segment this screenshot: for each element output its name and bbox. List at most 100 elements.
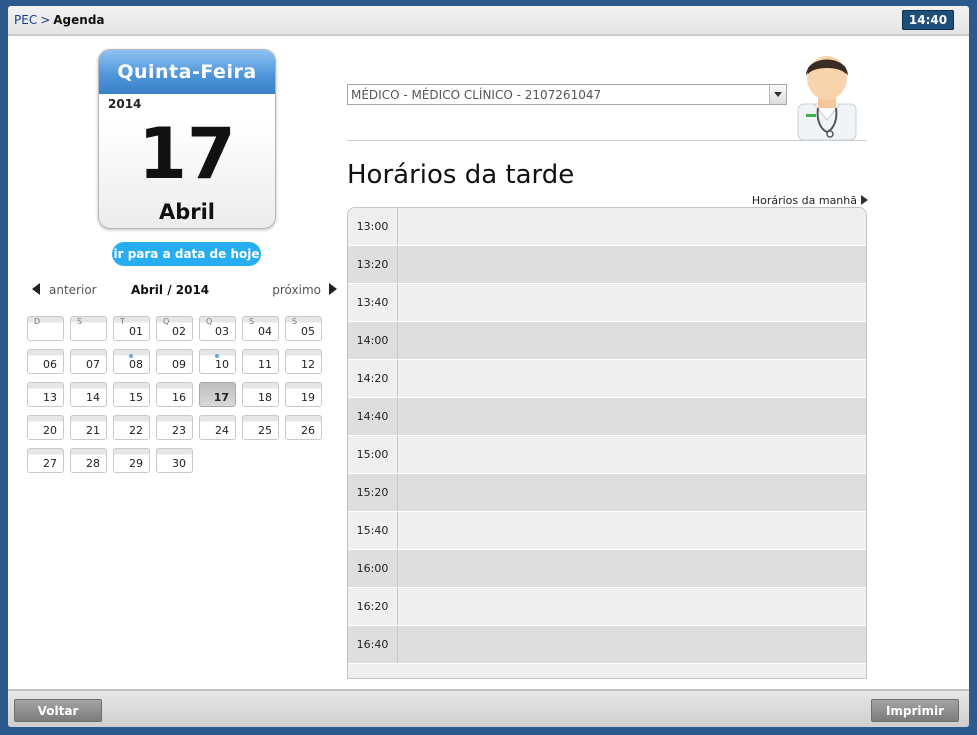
calendar-day[interactable]: 06 [27, 349, 64, 374]
calendar-day[interactable]: 16 [156, 382, 193, 407]
time-slot-area[interactable] [398, 550, 866, 587]
chevron-down-icon [774, 92, 782, 97]
month-year-label: Abril / 2014 [131, 283, 210, 297]
time-slot-area[interactable] [398, 588, 866, 625]
calendar-day[interactable]: 11 [242, 349, 279, 374]
go-to-today-button[interactable]: ir para a data de hoje [112, 242, 261, 266]
calendar-day[interactable]: 18 [242, 382, 279, 407]
time-slot-row[interactable]: 16:20 [348, 588, 866, 626]
time-slot-row[interactable]: 15:20 [348, 474, 866, 512]
calendar-day-number: 12 [301, 358, 315, 371]
calendar-day-number: 23 [172, 424, 186, 437]
calendar-day[interactable]: 13 [27, 382, 64, 407]
time-slot-row[interactable]: 13:40 [348, 284, 866, 322]
calendar-day[interactable]: 14 [70, 382, 107, 407]
calendar-day[interactable]: 21 [70, 415, 107, 440]
calendar-day-number: 05 [301, 325, 315, 338]
calendar-day[interactable]: 26 [285, 415, 322, 440]
time-slot-row[interactable]: 16:40 [348, 626, 866, 664]
time-slot-area[interactable] [398, 322, 866, 359]
calendar-day[interactable]: 09 [156, 349, 193, 374]
calendar-day[interactable]: 24 [199, 415, 236, 440]
calendar-day[interactable]: 27 [27, 448, 64, 473]
breadcrumb-current: Agenda [53, 13, 105, 27]
breadcrumb-pec-link[interactable]: PEC [14, 13, 37, 27]
calendar-day[interactable]: 20 [27, 415, 64, 440]
time-slot-label: 13:40 [348, 284, 398, 321]
time-slot-label: 13:20 [348, 246, 398, 283]
calendar-day[interactable]: S 05 [285, 316, 322, 341]
time-slot-area[interactable] [398, 284, 866, 321]
next-month-button[interactable]: próximo [272, 283, 337, 297]
calendar-day[interactable]: 25 [242, 415, 279, 440]
time-slot-label: 13:00 [348, 208, 398, 245]
time-slot-row[interactable]: 14:00 [348, 322, 866, 360]
calendar-day-number: 21 [86, 424, 100, 437]
time-slot-area[interactable] [398, 246, 866, 283]
bottom-bar: Voltar Imprimir [8, 689, 969, 727]
calendar-day-number: 01 [129, 325, 143, 338]
time-slot-area[interactable] [398, 512, 866, 549]
time-slot-row[interactable]: 14:20 [348, 360, 866, 398]
calendar-day-number: 15 [129, 391, 143, 404]
calendar-day[interactable]: Q 02 [156, 316, 193, 341]
time-slot-area[interactable] [398, 474, 866, 511]
time-slot-label: 14:40 [348, 398, 398, 435]
time-slot-label: 15:00 [348, 436, 398, 473]
select-dropdown-button[interactable] [769, 85, 786, 104]
time-slot-area[interactable] [398, 360, 866, 397]
calendar-day[interactable]: 10 [199, 349, 236, 374]
clock-display: 14:40 [902, 10, 954, 30]
back-button[interactable]: Voltar [14, 699, 102, 722]
calendar-day-number: 30 [172, 457, 186, 470]
calendar-day[interactable]: 07 [70, 349, 107, 374]
weekday-banner: Quinta-Feira [99, 50, 275, 94]
doctor-avatar-icon [796, 48, 858, 141]
time-slot-row[interactable]: 13:20 [348, 246, 866, 284]
time-slot-label: 14:20 [348, 360, 398, 397]
time-slot-area[interactable] [398, 626, 866, 663]
previous-month-button[interactable]: anterior [32, 283, 97, 297]
print-button[interactable]: Imprimir [871, 699, 959, 722]
calendar-day[interactable]: Q 03 [199, 316, 236, 341]
calendar-day[interactable]: 12 [285, 349, 322, 374]
time-slot-row[interactable]: 14:40 [348, 398, 866, 436]
weekday-letter: Q [163, 317, 170, 326]
calendar-day[interactable]: S 04 [242, 316, 279, 341]
time-slot-row[interactable]: 16:00 [348, 550, 866, 588]
professional-select-value: MÉDICO - MÉDICO CLÍNICO - 2107261047 [351, 88, 602, 102]
calendar-empty-cell: D [27, 316, 64, 341]
calendar-day[interactable]: T 01 [113, 316, 150, 341]
time-slot-area[interactable] [398, 398, 866, 435]
calendar-day-number: 16 [172, 391, 186, 404]
calendar-day[interactable]: 15 [113, 382, 150, 407]
time-slot-row[interactable]: 13:00 [348, 208, 866, 246]
calendar-day[interactable]: 17 [199, 382, 236, 407]
breadcrumb: PEC > Agenda [14, 13, 105, 27]
calendar-day[interactable]: 23 [156, 415, 193, 440]
calendar-day-number: 28 [86, 457, 100, 470]
calendar-day[interactable]: 19 [285, 382, 322, 407]
time-slot-label: 16:40 [348, 626, 398, 663]
calendar-day[interactable]: 29 [113, 448, 150, 473]
date-year: 2014 [108, 97, 142, 111]
top-bar: PEC > Agenda 14:40 [8, 6, 969, 36]
time-slot-row[interactable]: 15:00 [348, 436, 866, 474]
calendar-day[interactable]: 22 [113, 415, 150, 440]
time-slot-area[interactable] [398, 208, 866, 245]
professional-select[interactable]: MÉDICO - MÉDICO CLÍNICO - 2107261047 [347, 84, 787, 105]
breadcrumb-separator: > [40, 13, 51, 27]
calendar-day[interactable]: 30 [156, 448, 193, 473]
calendar-day-number: 13 [43, 391, 57, 404]
calendar-day-number: 14 [86, 391, 100, 404]
calendar-day[interactable]: 08 [113, 349, 150, 374]
calendar-day-number: 08 [129, 358, 143, 371]
calendar-day[interactable]: 28 [70, 448, 107, 473]
afternoon-schedule: 13:00 13:20 13:40 14:00 14:20 14:40 15:00 15:20… [347, 207, 867, 679]
calendar-day-number: 26 [301, 424, 315, 437]
morning-schedule-link[interactable]: Horários da manhã [752, 194, 868, 207]
weekday-letter: T [120, 317, 125, 326]
time-slot-row[interactable]: 15:40 [348, 512, 866, 550]
time-slot-area[interactable] [398, 436, 866, 473]
calendar-day-number: 11 [258, 358, 272, 371]
